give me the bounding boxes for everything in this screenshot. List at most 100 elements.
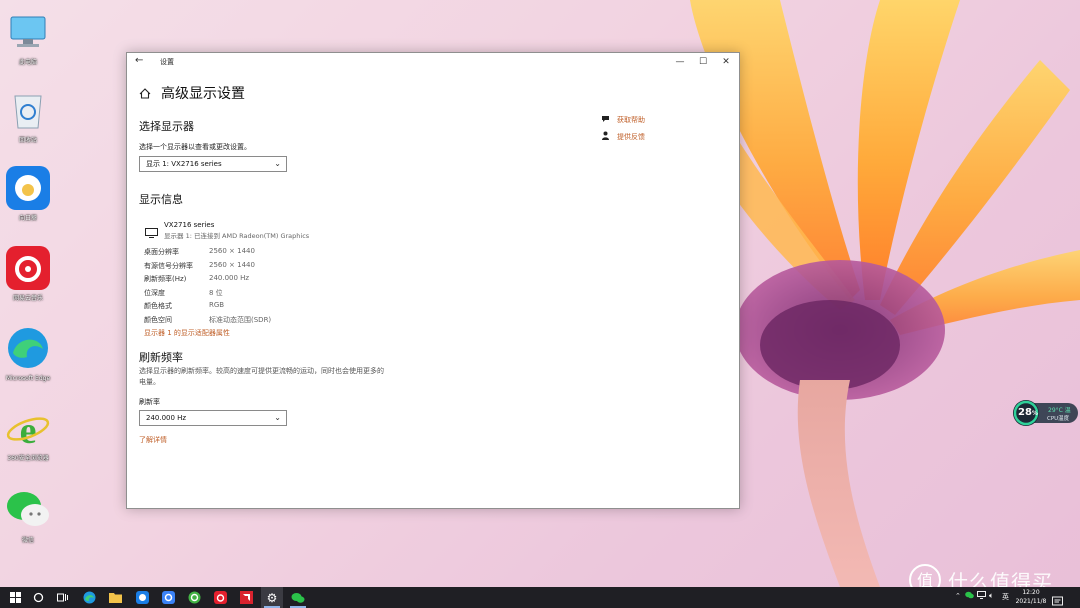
back-button[interactable]: ← [135, 55, 143, 66]
monitor-icon [145, 223, 158, 242]
desktop-icon-360-browser[interactable]: e 360安全浏览器 [2, 404, 54, 463]
desktop-icon-label: 此电脑 [18, 59, 37, 66]
get-help-link[interactable]: 获取帮助 [601, 114, 645, 125]
page-title: 高级显示设置 [161, 86, 245, 102]
refresh-rate-select-value: 240.000 Hz [146, 414, 187, 422]
desktop-icon-label: 360安全浏览器 [7, 455, 49, 462]
cpu-temp-suffix: 温 [1064, 407, 1071, 414]
minimize-button[interactable]: — [670, 55, 690, 69]
search-button[interactable] [27, 587, 49, 608]
taskbar-edge[interactable] [78, 587, 100, 608]
info-key: 有源信号分辨率 [144, 262, 193, 270]
desktop-icon-this-pc[interactable]: 此电脑 [2, 8, 54, 67]
wechat-icon [4, 486, 52, 534]
learn-more-link[interactable]: 了解详情 [139, 435, 167, 445]
cpu-temp-value: 29°C [1048, 407, 1063, 414]
ime-indicator[interactable]: 英 [1002, 592, 1009, 602]
desktop-icon-label: 微信 [21, 537, 34, 544]
desktop-icon-recycle-bin[interactable]: 回收站 [2, 86, 54, 145]
desktop-icon-label: 回收站 [18, 137, 37, 144]
window-title: 设置 [160, 58, 174, 66]
taskbar-settings[interactable]: ⚙ [261, 587, 283, 608]
info-value: 2560 × 1440 [209, 261, 255, 269]
refresh-rate-label: 刷新率 [139, 398, 160, 406]
info-key: 刷新频率(Hz) [144, 275, 187, 283]
taskbar: ⚙ ⌃ 🔈︎ 英 12:20 2021/11/8 [0, 587, 1080, 608]
info-value: 标准动态范围(SDR) [209, 316, 272, 324]
info-row-active-resolution: 有源信号分辨率 2560 × 1440 [144, 261, 444, 271]
display-info-heading: 显示信息 [139, 193, 183, 206]
info-row-refresh-rate: 刷新频率(Hz) 240.000 Hz [144, 274, 444, 284]
refresh-rate-description: 选择显示器的刷新频率。较高的速度可提供更流畅的运动，同时也会使用更多的电量。 [139, 367, 384, 386]
notification-icon[interactable] [1052, 592, 1063, 608]
sunlogin-icon [135, 591, 149, 604]
give-feedback-link[interactable]: 提供反馈 [601, 131, 645, 142]
volume-icon[interactable]: 🔈︎ [989, 591, 994, 601]
desktop-icon-edge[interactable]: Microsoft Edge [2, 324, 54, 383]
info-key: 位深度 [144, 289, 165, 297]
info-row-desktop-resolution: 桌面分辨率 2560 × 1440 [144, 247, 444, 257]
info-key: 颜色格式 [144, 302, 172, 310]
clock-date: 2021/11/8 [1015, 598, 1047, 605]
cpu-temperature-widget[interactable]: 28% 29°C 温 CPU温度 [1012, 399, 1078, 427]
file-explorer-icon [108, 593, 122, 603]
cpu-label: CPU温度 [1047, 416, 1070, 422]
desktop-icon-label: 网易云音乐 [12, 295, 43, 302]
taskbar-wechat[interactable] [287, 587, 309, 608]
chevron-down-icon: ⌄ [274, 159, 281, 168]
get-help-label: 获取帮助 [617, 115, 645, 124]
360-icon [188, 591, 200, 604]
wechat-tray-icon[interactable] [965, 591, 974, 601]
desktop-icon-netease-music[interactable]: 网易云音乐 [2, 244, 54, 303]
monitor-connection: 显示器 1: 已连接到 AMD Radeon(TM) Graphics [164, 232, 310, 240]
info-value: 8 位 [209, 289, 223, 297]
search-icon [33, 592, 43, 603]
settings-window: ← 设置 — ☐ ✕ 高级显示设置 选择显示器 选择一个显示器以查看或更改设置。… [126, 52, 740, 509]
taskbar-amd[interactable] [235, 587, 257, 608]
task-view-icon [56, 593, 68, 602]
chevron-up-icon[interactable]: ⌃ [955, 592, 961, 600]
amd-icon [239, 591, 253, 604]
select-display-description: 选择一个显示器以查看或更改设置。 [139, 143, 251, 151]
settings-icon: ⚙ [266, 590, 278, 605]
close-button[interactable]: ✕ [716, 55, 736, 69]
refresh-rate-heading: 刷新频率 [139, 351, 183, 364]
app-icon [161, 591, 175, 604]
ie-360-icon: e [4, 404, 52, 452]
taskbar-360[interactable] [183, 587, 205, 608]
desktop-icon-wechat[interactable]: 微信 [2, 486, 54, 545]
desktop-icon-sunlogin[interactable]: 向日葵 [2, 164, 54, 223]
task-view-button[interactable] [51, 587, 73, 608]
computer-icon [4, 8, 52, 56]
refresh-rate-select[interactable]: 240.000 Hz ⌄ [139, 410, 287, 426]
cpu-temp: 29°C 温 [1048, 405, 1071, 414]
netease-music-icon [213, 591, 227, 604]
wechat-icon [291, 592, 305, 603]
taskbar-app[interactable] [157, 587, 179, 608]
help-icon [601, 114, 611, 125]
taskbar-netease-music[interactable] [209, 587, 231, 608]
give-feedback-label: 提供反馈 [617, 132, 645, 141]
info-row-color-format: 颜色格式 RGB [144, 301, 444, 311]
network-icon[interactable] [977, 591, 986, 601]
home-icon[interactable] [139, 84, 151, 103]
desktop-icon-label: Microsoft Edge [5, 375, 51, 382]
netease-music-icon [4, 244, 52, 292]
desktop-icon-label: 向日葵 [18, 215, 37, 222]
maximize-button[interactable]: ☐ [693, 55, 713, 69]
info-value: 2560 × 1440 [209, 247, 255, 255]
edge-icon [83, 591, 95, 604]
monitor-name: VX2716 series [164, 221, 215, 229]
display-select[interactable]: 显示 1: VX2716 series ⌄ [139, 156, 287, 172]
svg-text:e: e [20, 410, 37, 451]
info-row-color-space: 颜色空间 标准动态范围(SDR) [144, 315, 444, 325]
info-key: 桌面分辨率 [144, 248, 179, 256]
taskbar-file-explorer[interactable] [104, 587, 126, 608]
start-button[interactable] [4, 587, 26, 608]
page-header: 高级显示设置 [139, 83, 245, 103]
cpu-percent: 28% [1018, 407, 1038, 418]
adapter-properties-link[interactable]: 显示器 1 的显示适配器属性 [144, 328, 230, 338]
clock[interactable]: 12:20 2021/11/8 [1014, 588, 1048, 606]
taskbar-sunlogin[interactable] [131, 587, 153, 608]
display-select-value: 显示 1: VX2716 series [146, 160, 222, 168]
